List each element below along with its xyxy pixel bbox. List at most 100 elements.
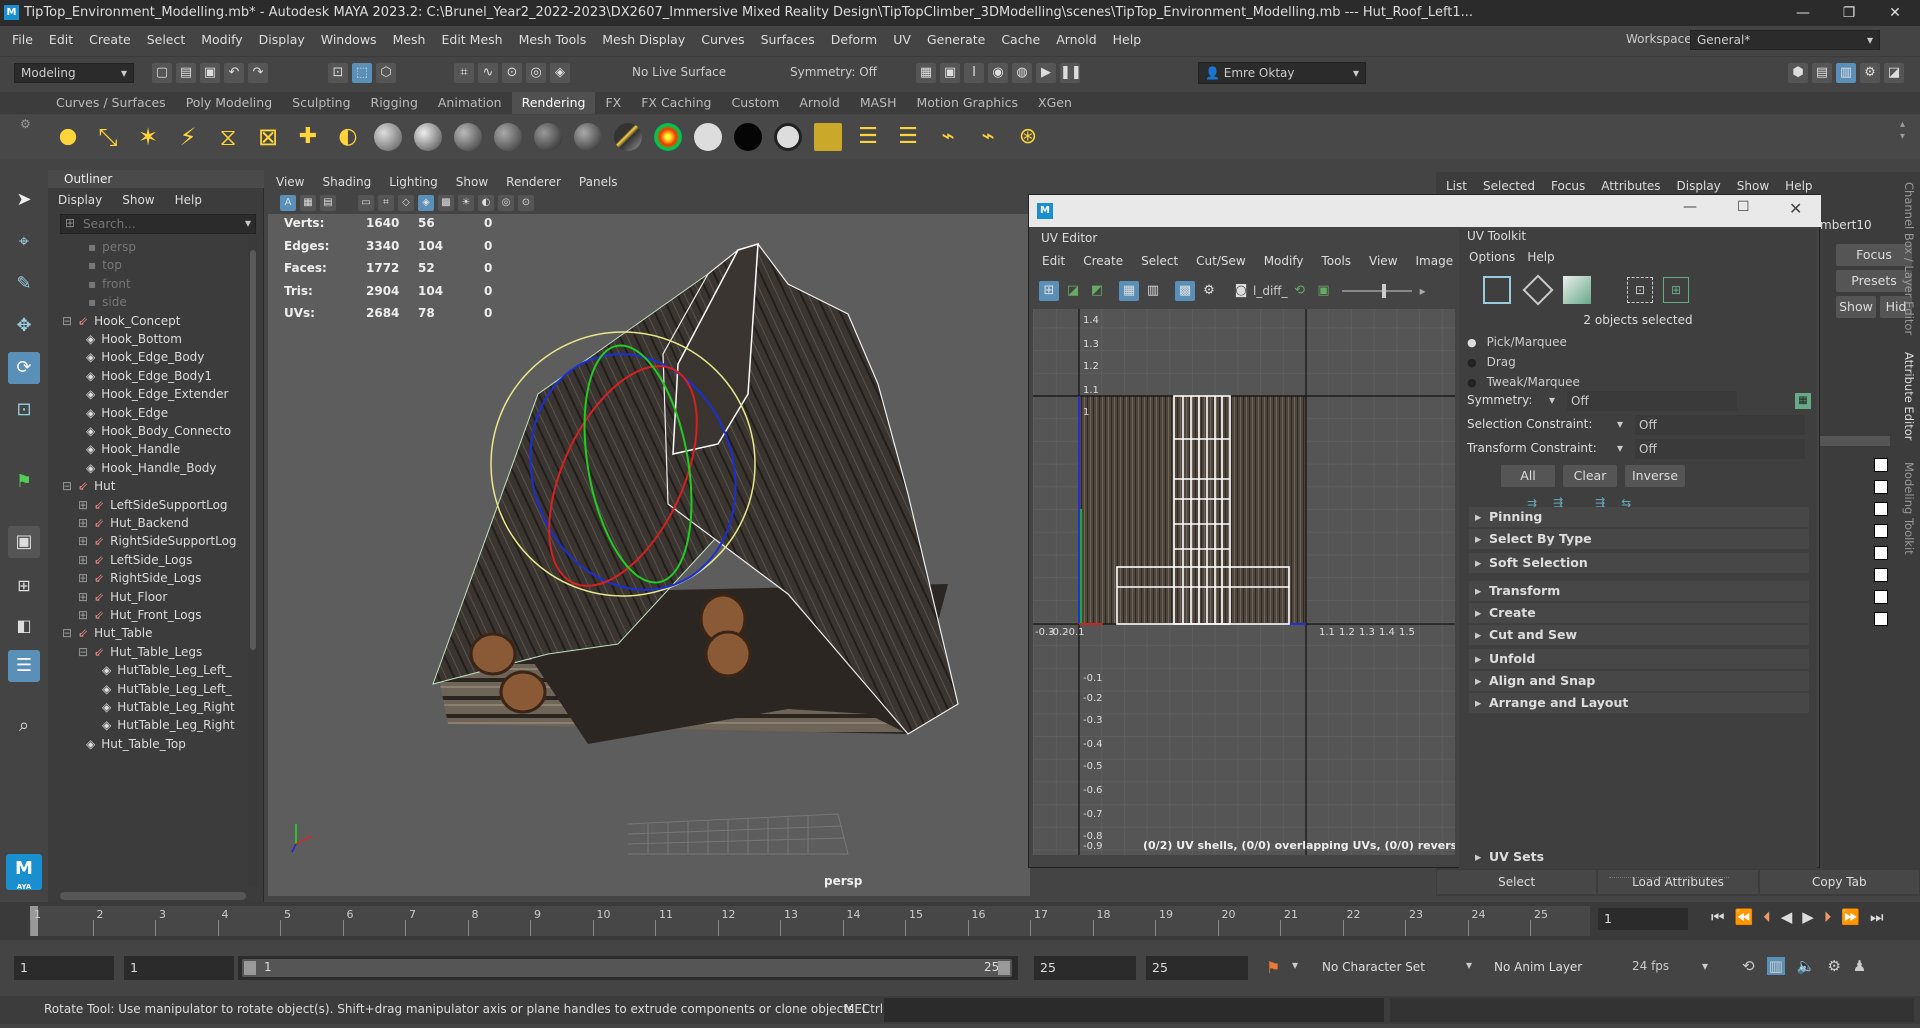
single-pane-layout-icon[interactable]: ▣ [8, 526, 40, 558]
modeling-toolkit-icon[interactable]: ⬢ [1788, 63, 1808, 83]
standard-surface-icon[interactable] [574, 123, 602, 151]
uv-texture-grid[interactable]: 1.4 1.3 1.2 1.1 1 -0.1 -0.2 -0.3 -0.4 -0.5 -0.6 -0.… [1033, 309, 1455, 855]
fps-dropdown[interactable]: 24 fps ▾ [1626, 957, 1714, 977]
step-back-key-icon[interactable]: ⏴ [1763, 908, 1771, 926]
play-forward-icon[interactable]: ▶ [1802, 908, 1814, 926]
show-button[interactable]: Show [1836, 296, 1876, 318]
shelf-tab-sculpting[interactable]: Sculpting [282, 92, 360, 114]
loop-icon[interactable]: ⟲ [1742, 957, 1755, 975]
attribute-menu-display[interactable]: Display [1677, 179, 1721, 193]
expand-toggle-icon[interactable]: ⊞ [78, 553, 88, 567]
point-light-icon[interactable]: ✶ [134, 123, 162, 151]
section-arrange-and-layout[interactable]: Arrange and Layout [1469, 693, 1809, 713]
section-pinning[interactable]: Pinning [1469, 507, 1809, 527]
expand-toggle-icon[interactable]: ⊞ [78, 516, 88, 530]
outliner-scrollbar[interactable] [248, 236, 258, 886]
last-tool-icon[interactable]: ⚑ [8, 466, 40, 498]
menu-help[interactable]: Help [1105, 27, 1150, 53]
uv-menu-cut-sew[interactable]: Cut/Sew [1187, 254, 1255, 268]
camera-icon[interactable]: ◐ [334, 123, 362, 151]
new-scene-icon[interactable]: ▢ [152, 63, 172, 83]
go-to-start-icon[interactable]: ⏮ [1711, 908, 1725, 926]
play-backwards-icon[interactable]: ◀ [1781, 908, 1793, 926]
smooth-shade-icon[interactable]: ◈ [418, 195, 434, 211]
uv-menu-select[interactable]: Select [1132, 254, 1187, 268]
menu-edit-mesh[interactable]: Edit Mesh [433, 27, 510, 53]
menu-select[interactable]: Select [139, 27, 194, 53]
select-material-icon[interactable]: ⊛ [1014, 123, 1042, 151]
uv-menu-view[interactable]: View [1360, 254, 1406, 268]
render-view-icon[interactable]: ◉ [988, 63, 1008, 83]
white-swatch-icon[interactable] [694, 123, 722, 151]
gray-swatch-icon[interactable] [774, 123, 802, 151]
menu-create[interactable]: Create [81, 27, 139, 53]
move-tool-icon[interactable]: ✥ [8, 310, 40, 342]
node-tab-label[interactable]: mbert10 [1820, 218, 1872, 232]
directional-light-icon[interactable]: ⤡ [94, 123, 122, 151]
redo-icon[interactable]: ↷ [248, 63, 268, 83]
expand-toggle-icon[interactable]: ⊞ [78, 608, 88, 622]
attribute-menu-help[interactable]: Help [1785, 179, 1812, 193]
spot-light-icon[interactable]: ⚡ [174, 123, 202, 151]
channel-box-icon[interactable]: ▥ [1836, 63, 1856, 83]
shelf-tab-custom[interactable]: Custom [721, 92, 789, 114]
sound-icon[interactable]: 🔈 [1797, 957, 1816, 975]
shelf-tab-arnold[interactable]: Arnold [789, 92, 849, 114]
perspective-viewport[interactable]: View Shading Lighting Show Renderer Panels A … [268, 172, 1030, 896]
side-tab-modeling-toolkit[interactable]: Modeling Toolkit [1902, 462, 1916, 555]
section-select-by-type[interactable]: Select By Type [1469, 529, 1809, 549]
rotate-tool-icon[interactable]: ⟳ [8, 352, 40, 384]
viewport-menu-lighting[interactable]: Lighting [389, 172, 438, 192]
film-gate-icon[interactable]: ▭ [358, 195, 374, 211]
attribute-menu-show[interactable]: Show [1737, 179, 1769, 193]
section-align-and-snap[interactable]: Align and Snap [1469, 671, 1809, 691]
undo-icon[interactable]: ↶ [224, 63, 244, 83]
render-frame-icon[interactable]: ▣ [940, 63, 960, 83]
open-scene-icon[interactable]: ▤ [176, 63, 196, 83]
ambient-light-icon[interactable] [54, 123, 82, 151]
select-tool-icon[interactable]: ➤ [8, 184, 40, 216]
checker-texture-icon[interactable] [1874, 590, 1888, 604]
attribute-menu-list[interactable]: List [1446, 179, 1467, 193]
checker-texture-icon[interactable] [1874, 480, 1888, 494]
maximize-button[interactable]: ❐ [1826, 0, 1872, 26]
toolbar-expand-icon[interactable]: ▸ [1420, 284, 1426, 298]
outliner-menu-display[interactable]: Display [58, 193, 102, 207]
checker-texture-icon[interactable] [1874, 502, 1888, 516]
snap-curve-icon[interactable]: ∿ [478, 63, 498, 83]
start-time-field[interactable]: 1 [14, 956, 114, 980]
blinn-material-icon[interactable] [374, 123, 402, 151]
section-transform[interactable]: Transform [1469, 581, 1809, 601]
area-light-icon[interactable]: ⧖ [214, 123, 242, 151]
snap-view-icon[interactable]: ◎ [526, 63, 546, 83]
shelf-tab-fx[interactable]: FX [595, 92, 631, 114]
paint-select-icon[interactable]: ✎ [8, 268, 40, 300]
script-language-label[interactable]: MEL [844, 1002, 869, 1016]
animation-preferences-icon[interactable]: ⚙ [1827, 957, 1840, 975]
menu-display[interactable]: Display [251, 27, 313, 53]
menu-edit[interactable]: Edit [41, 27, 81, 53]
shelf-tab-animation[interactable]: Animation [428, 92, 512, 114]
tool-settings-icon[interactable]: ⚙ [1860, 63, 1880, 83]
checker-texture-icon[interactable] [1874, 524, 1888, 538]
checker-texture-icon[interactable] [1874, 458, 1888, 472]
auto-key-icon[interactable]: ⚑ [1266, 958, 1280, 977]
surface-shader-icon[interactable] [534, 123, 562, 151]
menu-deform[interactable]: Deform [823, 27, 885, 53]
anisotropic-material-icon[interactable] [494, 123, 522, 151]
section-soft-selection[interactable]: Soft Selection [1469, 553, 1809, 573]
range-end-handle[interactable] [998, 961, 1010, 975]
attribute-menu-attributes[interactable]: Attributes [1601, 179, 1660, 193]
side-tab-channel-box-layer-editor[interactable]: Channel Box / Layer Editor [1902, 182, 1916, 335]
menu-curves[interactable]: Curves [693, 27, 752, 53]
minimize-button[interactable]: — [1780, 0, 1826, 26]
select-hierarchy-icon[interactable]: ⊡ [328, 63, 348, 83]
menu-mesh-tools[interactable]: Mesh Tools [511, 27, 595, 53]
menu-uv[interactable]: UV [885, 27, 919, 53]
render-set-icon[interactable]: ☰ [894, 123, 922, 151]
outliner-hscrollbar[interactable] [60, 892, 246, 900]
wireframe-icon[interactable]: ◇ [398, 195, 414, 211]
color-texture-icon[interactable] [654, 123, 682, 151]
user-account-dropdown[interactable]: 👤 Emre Oktay ▾ [1198, 62, 1366, 84]
uv-menu-image[interactable]: Image [1407, 254, 1463, 268]
